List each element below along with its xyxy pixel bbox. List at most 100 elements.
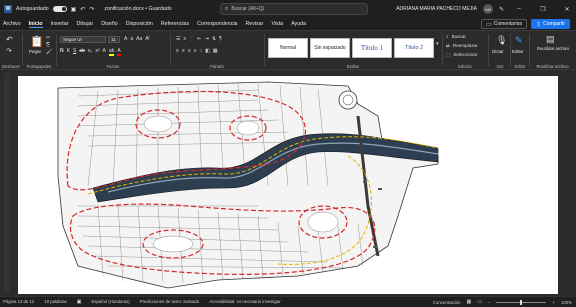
strikethrough-icon[interactable]: ab: [79, 48, 85, 56]
zoom-out-button[interactable]: −: [488, 300, 491, 305]
replace-icon: ⇄: [446, 43, 450, 48]
close-button[interactable]: ✕: [558, 6, 576, 13]
style-heading-1[interactable]: Título 1: [352, 38, 392, 58]
language-status[interactable]: Español (Honduras): [92, 299, 130, 304]
pen-icon[interactable]: ✎: [499, 6, 504, 13]
reuse-label[interactable]: Reutilizar archivo: [533, 46, 573, 51]
redo-quick-icon[interactable]: ↷: [89, 6, 94, 13]
page-count[interactable]: Página 12 de 12: [3, 299, 34, 304]
redo-icon[interactable]: ↷: [6, 47, 12, 55]
replace-label: Reemplazar: [452, 43, 478, 48]
justify-icon[interactable]: ≡: [194, 48, 197, 54]
zoom-level[interactable]: 100%: [561, 300, 572, 305]
highlight-icon[interactable]: ab: [108, 48, 115, 56]
zoom-slider[interactable]: [496, 299, 547, 305]
sort-icon[interactable]: ⇅: [212, 36, 216, 42]
save-icon[interactable]: ▣: [71, 6, 77, 13]
bold-icon[interactable]: N: [60, 48, 64, 56]
web-layout-icon[interactable]: ▭: [477, 299, 482, 305]
microphone-icon[interactable]: 🎙: [496, 35, 507, 46]
decrease-indent-icon[interactable]: ⇤: [197, 36, 201, 42]
subscript-icon[interactable]: x₂: [88, 48, 92, 56]
show-marks-icon[interactable]: ¶: [219, 36, 222, 42]
select-row[interactable]: ⬚ Seleccionar: [446, 52, 477, 58]
tab-archivo[interactable]: Archivo: [3, 21, 21, 27]
paste-label[interactable]: Pegar: [29, 49, 41, 54]
zoning-plan-image[interactable]: [18, 76, 558, 294]
tab-vista[interactable]: Vista: [271, 21, 283, 27]
shading-icon[interactable]: ◧: [205, 48, 210, 54]
dictate-label[interactable]: Dictar: [492, 49, 504, 54]
cut-icon[interactable]: ✂: [46, 35, 50, 41]
underline-icon[interactable]: S: [73, 48, 76, 56]
line-spacing-icon[interactable]: ↕: [200, 48, 203, 54]
proofing-icon[interactable]: ▣: [77, 299, 82, 305]
tab-dibujar[interactable]: Dibujar: [76, 21, 93, 27]
tab-insertar[interactable]: Insertar: [51, 21, 69, 27]
replace-row[interactable]: ⇄ Reemplazar: [446, 43, 478, 49]
select-icon: ⬚: [446, 52, 451, 57]
change-case-icon[interactable]: Aa: [136, 36, 142, 42]
undo-group: ↶ ↷ Deshacer: [2, 33, 20, 69]
italic-icon[interactable]: K: [67, 48, 70, 56]
user-name[interactable]: ADRIANA MARIA PACHECO MEJIA: [396, 6, 477, 12]
text-effects-icon[interactable]: A: [103, 48, 106, 56]
vertical-ruler: [4, 73, 10, 293]
style-heading-2[interactable]: Título 2: [394, 38, 434, 58]
numbering-icon[interactable]: ≡: [183, 36, 186, 42]
tab-correspondencia[interactable]: Correspondencia: [197, 21, 237, 27]
shrink-font-icon[interactable]: a: [130, 36, 133, 42]
tab-disposicion[interactable]: Disposición: [126, 21, 153, 27]
comments-button[interactable]: ▭ Comentarios: [480, 19, 528, 29]
tab-referencias[interactable]: Referencias: [161, 21, 189, 27]
undo-quick-icon[interactable]: ↶: [80, 6, 85, 13]
avatar[interactable]: AM: [482, 4, 493, 14]
font-name-select[interactable]: Segoe UI: [60, 36, 106, 43]
paste-icon[interactable]: 📋: [30, 35, 44, 48]
undo-icon[interactable]: ↶: [6, 35, 13, 44]
styles-more-icon[interactable]: ▾: [436, 41, 439, 47]
reuse-group-label: Reutilizar archivo: [536, 64, 569, 69]
reuse-group: ▤ Reutilizar archivo Reutilizar archivo: [531, 33, 574, 69]
tab-ayuda[interactable]: Ayuda: [291, 21, 306, 27]
align-center-icon[interactable]: ≡: [182, 48, 185, 54]
format-painter-icon[interactable]: 🖌: [46, 49, 52, 55]
autosave-toggle[interactable]: [52, 6, 67, 12]
copy-icon[interactable]: ⎘: [46, 42, 50, 48]
tab-diseno[interactable]: Diseño: [101, 21, 118, 27]
align-left-icon[interactable]: ≡: [176, 48, 179, 54]
text-predictions[interactable]: Predicciones de texto: activado: [140, 299, 199, 304]
zoom-in-button[interactable]: +: [552, 300, 555, 305]
focus-mode[interactable]: Concentración: [433, 300, 461, 305]
editor-icon[interactable]: ✎: [515, 35, 523, 46]
voice-group: 🎙 Dictar Voz: [490, 33, 510, 69]
minimize-button[interactable]: –: [510, 6, 528, 12]
find-row[interactable]: ⌕ Buscar: [446, 34, 466, 39]
clear-format-icon[interactable]: A̸: [145, 36, 148, 42]
tab-inicio[interactable]: Inicio: [28, 21, 43, 28]
font-size-select[interactable]: 11: [108, 36, 120, 43]
print-layout-icon[interactable]: ▦: [467, 299, 472, 305]
superscript-icon[interactable]: x²: [95, 48, 99, 56]
borders-icon[interactable]: ▦: [213, 48, 218, 54]
title-bar: W Autoguardado ▣ ↶ ↷ zonificación.docx •…: [0, 0, 576, 18]
align-right-icon[interactable]: ≡: [188, 48, 191, 54]
tab-revisar[interactable]: Revisar: [245, 21, 263, 27]
editor-label[interactable]: Editor: [512, 49, 524, 54]
document-title[interactable]: zonificación.docx • Guardado: [104, 6, 171, 12]
multilevel-icon[interactable]: ⋮: [189, 36, 194, 42]
accessibility-status[interactable]: Accesibilidad: es necesario investigar: [209, 299, 280, 304]
style-no-spacing[interactable]: Sin espaciado: [310, 38, 350, 58]
increase-indent-icon[interactable]: ⇥: [205, 36, 209, 42]
select-label: Seleccionar: [453, 52, 478, 57]
reuse-file-icon[interactable]: ▤: [546, 34, 555, 45]
search-box[interactable]: ⌕ Buscar (Alt+Q): [220, 3, 368, 15]
bullets-icon[interactable]: ☰: [176, 36, 180, 42]
grow-font-icon[interactable]: A: [124, 36, 127, 42]
style-normal[interactable]: Normal: [268, 38, 308, 58]
share-button[interactable]: ⇪ Compartir: [531, 19, 570, 29]
word-count[interactable]: 10 palabras: [44, 299, 66, 304]
font-color-icon[interactable]: A: [117, 48, 121, 56]
document-page[interactable]: [18, 76, 558, 294]
maximize-button[interactable]: ❐: [534, 6, 552, 13]
